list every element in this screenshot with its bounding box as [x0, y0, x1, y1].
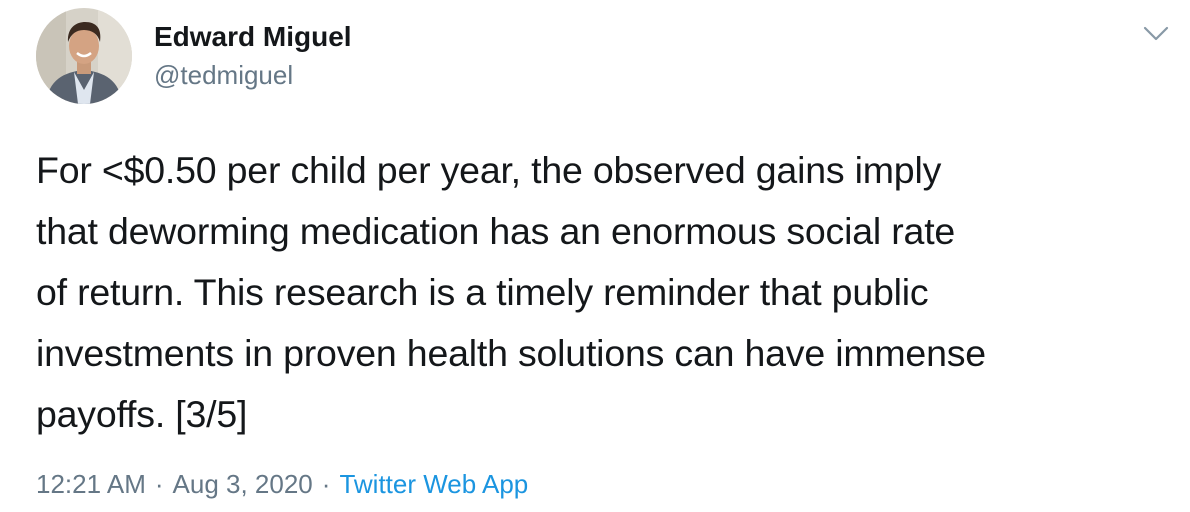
avatar-photo-icon: [36, 8, 132, 104]
separator-dot: ·: [154, 469, 164, 499]
tweet-source-link[interactable]: Twitter Web App: [339, 469, 528, 499]
chevron-down-icon: [1143, 26, 1169, 41]
tweet-text: For <$0.50 per child per year, the obser…: [36, 140, 1176, 445]
tweet-text-line: For <$0.50 per child per year, the obser…: [36, 149, 942, 191]
tweet-text-line: that deworming medication has an enormou…: [36, 210, 956, 252]
author-display-name[interactable]: Edward Miguel: [154, 20, 352, 54]
tweet-text-line: investments in proven health solutions c…: [36, 332, 986, 374]
tweet-card: Edward Miguel @tedmiguel For <$0.50 per …: [0, 0, 1190, 512]
tweet-metadata: 12:21 AM · Aug 3, 2020 · Twitter Web App: [36, 466, 528, 502]
separator-dot: ·: [321, 469, 331, 499]
tweet-time[interactable]: 12:21 AM: [36, 469, 146, 499]
tweet-text-line: payoffs. [3/5]: [36, 393, 248, 435]
avatar[interactable]: [36, 8, 132, 104]
tweet-text-line: of return. This research is a timely rem…: [36, 271, 929, 313]
tweet-menu-button[interactable]: [1140, 20, 1172, 48]
tweet-date[interactable]: Aug 3, 2020: [173, 469, 313, 499]
author-handle[interactable]: @tedmiguel: [154, 59, 293, 91]
